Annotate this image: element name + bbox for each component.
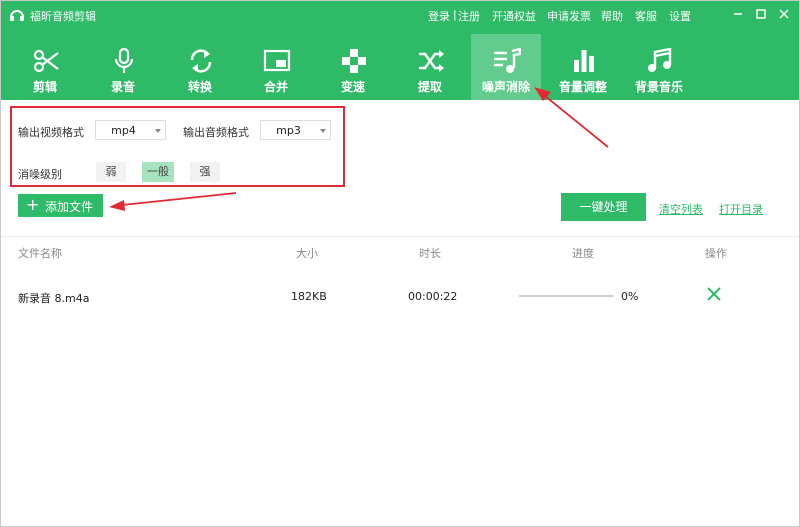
annotation-highlight-box [10,106,345,187]
tool-noise-removal[interactable]: 噪声消除 [471,34,541,100]
tool-extract-label: 提取 [417,80,442,94]
tool-record[interactable]: 录音 [88,42,158,100]
invoice-link[interactable]: 申请发票 [547,8,591,24]
microphone-icon [114,48,134,73]
noise-removal-icon [494,48,521,73]
volume-icon [574,50,594,72]
clear-list-link[interactable]: 清空列表 [659,201,703,217]
app-title: 福昕音频剪辑 [30,10,96,23]
tool-extract[interactable]: 提取 [395,42,465,100]
tool-speed[interactable]: 变速 [318,42,388,100]
tool-volume-label: 音量调整 [558,80,607,94]
tool-merge[interactable]: 合并 [241,42,311,100]
file-duration: 00:00:22 [408,290,458,303]
tool-convert-label: 转换 [187,80,212,94]
extract-icon [419,50,444,72]
tool-cut-label: 剪辑 [32,80,57,94]
register-link[interactable]: 注册 [458,8,480,24]
header-actions: 操作 [705,247,727,260]
header-filename: 文件名称 [18,247,62,260]
file-size: 182KB [291,290,327,303]
headphones-logo-icon [10,10,24,21]
tool-noise-removal-label: 噪声消除 [481,80,530,94]
title-bar: 福昕音频剪辑 登录 | 注册 开通权益 申请发票 帮助 客服 设置 [0,0,800,30]
header-progress: 进度 [572,247,594,260]
app-header: 福昕音频剪辑 登录 | 注册 开通权益 申请发票 帮助 客服 设置 剪辑 录音 [0,0,800,100]
tool-background-music-label: 背景音乐 [634,80,683,94]
close-window-icon[interactable] [777,7,791,21]
convert-icon [190,49,212,73]
plus-icon: + [26,195,40,214]
one-click-process-button[interactable]: 一键处理 [561,193,646,221]
settings-link[interactable]: 设置 [669,8,691,24]
tool-record-label: 录音 [110,80,135,94]
tool-speed-label: 变速 [340,80,365,94]
header-duration: 时长 [419,247,441,260]
maximize-icon[interactable] [754,7,768,21]
table-top-divider [0,236,800,237]
tool-cut[interactable]: 剪辑 [10,42,80,100]
merge-icon [263,49,291,72]
minimize-icon[interactable] [731,7,745,21]
music-note-icon [648,48,672,72]
scissors-icon [33,49,59,73]
help-link[interactable]: 帮助 [601,8,623,24]
open-benefits-link[interactable]: 开通权益 [492,8,536,24]
login-link[interactable]: 登录 [428,8,450,24]
progress-bar [519,295,613,297]
tool-merge-label: 合并 [263,80,288,94]
add-file-button[interactable]: + 添加文件 [18,194,103,217]
header-size: 大小 [296,247,318,260]
menu-separator: | [453,8,457,21]
open-directory-link[interactable]: 打开目录 [719,201,763,217]
progress-percent: 0% [621,290,639,303]
file-name: 新录音 8.m4a [18,292,90,305]
tool-convert[interactable]: 转换 [165,42,235,100]
service-link[interactable]: 客服 [635,8,657,24]
tool-volume[interactable]: 音量调整 [548,42,618,100]
tool-background-music[interactable]: 背景音乐 [624,42,694,100]
speed-icon [342,49,366,73]
add-file-label: 添加文件 [45,200,94,214]
delete-icon[interactable] [706,286,722,302]
